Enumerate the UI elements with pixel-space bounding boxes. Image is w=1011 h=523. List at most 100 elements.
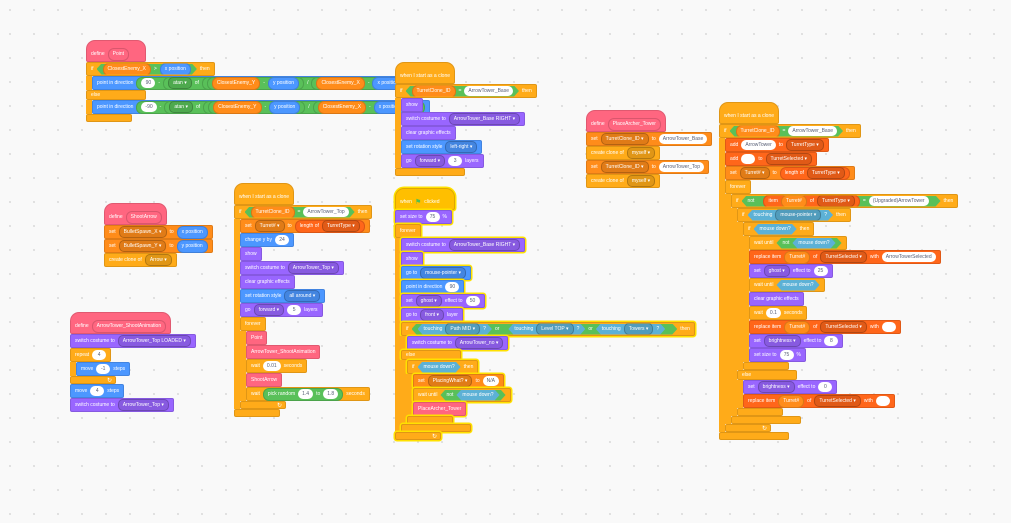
- dropdown[interactable]: ArrowTower_Top ▾: [117, 399, 169, 411]
- input-field[interactable]: 90: [445, 282, 460, 292]
- block[interactable]: if touching Path MID ▾? or touching Level TOP…: [401, 322, 695, 336]
- block[interactable]: move -1 steps: [76, 362, 131, 376]
- input-field[interactable]: 24: [274, 235, 289, 245]
- c-block-end[interactable]: [401, 424, 471, 432]
- c-block-end[interactable]: [407, 416, 453, 424]
- hat-block[interactable]: define ArrowTower_ShootAnimation: [70, 312, 172, 334]
- block[interactable]: if TurretClone_ID = ArrowTower_Top then: [234, 205, 373, 219]
- block[interactable]: forever: [395, 224, 421, 238]
- block[interactable]: point in direction 90- atan ▾ of ClosestEnem…: [92, 76, 429, 90]
- input-field[interactable]: [881, 322, 896, 332]
- block[interactable]: wait 0.1 seconds: [749, 306, 808, 320]
- dropdown[interactable]: TurretClone_ID ▾: [600, 161, 649, 173]
- block[interactable]: if mouse down? then: [407, 360, 479, 374]
- input-field[interactable]: 4: [90, 386, 105, 396]
- boolean-reporter[interactable]: mouse down?: [754, 224, 797, 235]
- block[interactable]: set brightness ▾ effect to 0: [743, 380, 838, 394]
- dropdown[interactable]: Arrow ▾: [144, 254, 172, 266]
- block[interactable]: wait until not mouse down?: [749, 236, 847, 250]
- hat-block[interactable]: when ⚑ clicked: [395, 188, 455, 210]
- input-field[interactable]: 75: [779, 350, 794, 360]
- reporter[interactable]: ArrowTower_ShootAnimation: [91, 319, 167, 333]
- c-block-end[interactable]: [86, 114, 132, 122]
- boolean-reporter[interactable]: not mouse down?: [776, 238, 841, 249]
- reporter[interactable]: ClosestEnemy_X: [103, 63, 151, 76]
- reporter[interactable]: TurretClone_ID: [412, 85, 456, 98]
- block[interactable]: set TurretClone_ID ▾ to ArrowTower_Base: [586, 132, 713, 146]
- input-field[interactable]: 3: [448, 156, 463, 166]
- block[interactable]: wait until mouse down?: [749, 278, 825, 292]
- input-field[interactable]: 0: [818, 382, 833, 392]
- block[interactable]: forever: [240, 317, 266, 331]
- hat-block[interactable]: define ShootArrow: [104, 203, 167, 225]
- input-field[interactable]: -1: [96, 364, 111, 374]
- reporter[interactable]: ClosestEnemy_Y - y position: [206, 76, 305, 90]
- block[interactable]: set ghost ▾ effect to 50: [401, 294, 485, 308]
- hat-block[interactable]: when I start as a clone: [719, 102, 780, 124]
- block[interactable]: switch costume to ArrowTower_no ▾: [407, 336, 509, 350]
- c-block-end[interactable]: [737, 408, 783, 416]
- hat-block[interactable]: define Point: [86, 40, 146, 62]
- reporter[interactable]: ClosestEnemy_Y - y position / ClosestEnemy_X…: [201, 76, 414, 90]
- block[interactable]: replace item Turret# of TurretSelected ▾ wit…: [749, 250, 941, 264]
- c-block-end[interactable]: [234, 409, 280, 417]
- reporter[interactable]: x position: [160, 63, 191, 76]
- boolean-reporter[interactable]: mouse down?: [456, 390, 499, 401]
- block[interactable]: set rotation style all around ▾: [240, 289, 326, 303]
- boolean-reporter[interactable]: item Turret# of TurretType ▾ = (Upgraded)Arro…: [757, 196, 934, 207]
- dropdown[interactable]: ghost ▾: [763, 265, 790, 277]
- reporter[interactable]: Turret#: [778, 394, 805, 408]
- block[interactable]: set BulletSpawn_Y ▾ to y position: [104, 239, 213, 253]
- boolean-reporter[interactable]: mouse down?: [792, 238, 835, 249]
- block[interactable]: switch costume to ArrowTower_Base RIGHT ▾: [401, 112, 526, 126]
- c-block-end[interactable]: ↻: [240, 401, 286, 409]
- dropdown[interactable]: PlacingWhat? ▾: [427, 375, 473, 387]
- block[interactable]: show: [240, 247, 262, 261]
- block[interactable]: go forward ▾ 5 layers: [240, 303, 323, 317]
- reporter[interactable]: item Turret# of TurretType ▾: [763, 195, 859, 208]
- block[interactable]: go to front ▾ layer: [401, 308, 463, 322]
- block[interactable]: clear graphic effects: [749, 292, 804, 306]
- block[interactable]: show: [401, 98, 423, 112]
- dropdown[interactable]: left-right ▾: [445, 141, 478, 153]
- block[interactable]: create clone of myself ▾: [586, 174, 661, 188]
- input-field[interactable]: 0.01: [262, 361, 281, 371]
- hat-block[interactable]: when I start as a clone: [234, 183, 295, 205]
- reporter[interactable]: ClosestEnemy_Y: [211, 76, 261, 90]
- script-stack[interactable]: define ArrowTower_ShootAnimation switch co…: [70, 312, 196, 412]
- input-field[interactable]: -90: [141, 102, 157, 112]
- input-field[interactable]: 75: [425, 212, 440, 222]
- block[interactable]: switch costume to ArrowTower_Top LOADED ▾: [70, 334, 196, 348]
- dropdown[interactable]: ArrowTower_Top ▾: [287, 262, 339, 274]
- reporter[interactable]: TurretClone_ID: [736, 125, 780, 138]
- dropdown[interactable]: all around ▾: [284, 290, 321, 302]
- reporter[interactable]: ClosestEnemy_X: [316, 76, 365, 90]
- block[interactable]: set PlacingWhat? ▾ to N/A: [413, 374, 504, 388]
- dropdown[interactable]: Towers ▾: [624, 323, 654, 335]
- hat-block[interactable]: define PlaceArcher_Tower: [586, 110, 666, 132]
- input-field[interactable]: N/A: [482, 376, 499, 386]
- reporter[interactable]: -90- atan ▾ of ClosestEnemy_Y - y position / Cl…: [136, 100, 425, 114]
- reporter[interactable]: length of TurretType ▾: [779, 166, 850, 180]
- boolean-reporter[interactable]: TurretClone_ID = ArrowTower_Base: [730, 126, 844, 137]
- block[interactable]: set Turret# ▾ to length of TurretType ▾: [240, 219, 370, 233]
- else-label[interactable]: else: [737, 370, 797, 380]
- block[interactable]: point in direction -90- atan ▾ of ClosestEne…: [92, 100, 430, 114]
- boolean-reporter[interactable]: touching Level TOP ▾? or touching Towers ▾?: [502, 324, 671, 335]
- block[interactable]: wait 0.01 seconds: [246, 359, 308, 373]
- boolean-reporter[interactable]: mouse down?: [776, 280, 819, 291]
- script-stack[interactable]: define Point if ClosestEnemy_X > x position th…: [86, 40, 430, 122]
- input-field[interactable]: ArrowTower: [741, 140, 776, 150]
- dropdown[interactable]: forward ▾: [253, 304, 285, 316]
- boolean-reporter[interactable]: ClosestEnemy_X > x position: [97, 64, 197, 75]
- dropdown[interactable]: Turret# ▾: [739, 167, 770, 179]
- block[interactable]: add to TurretSelected ▾: [725, 152, 818, 166]
- input-field[interactable]: [741, 154, 756, 164]
- input-field[interactable]: ArrowTower_Base: [788, 126, 837, 136]
- reporter[interactable]: ShootArrow: [125, 210, 162, 224]
- script-stack[interactable]: when I start as a clone if TurretClone_ID =…: [395, 62, 537, 176]
- block[interactable]: Point: [246, 331, 268, 345]
- input-field[interactable]: 0.1: [765, 308, 781, 318]
- reporter[interactable]: Turret#: [784, 320, 811, 334]
- block[interactable]: move 4 steps: [70, 384, 125, 398]
